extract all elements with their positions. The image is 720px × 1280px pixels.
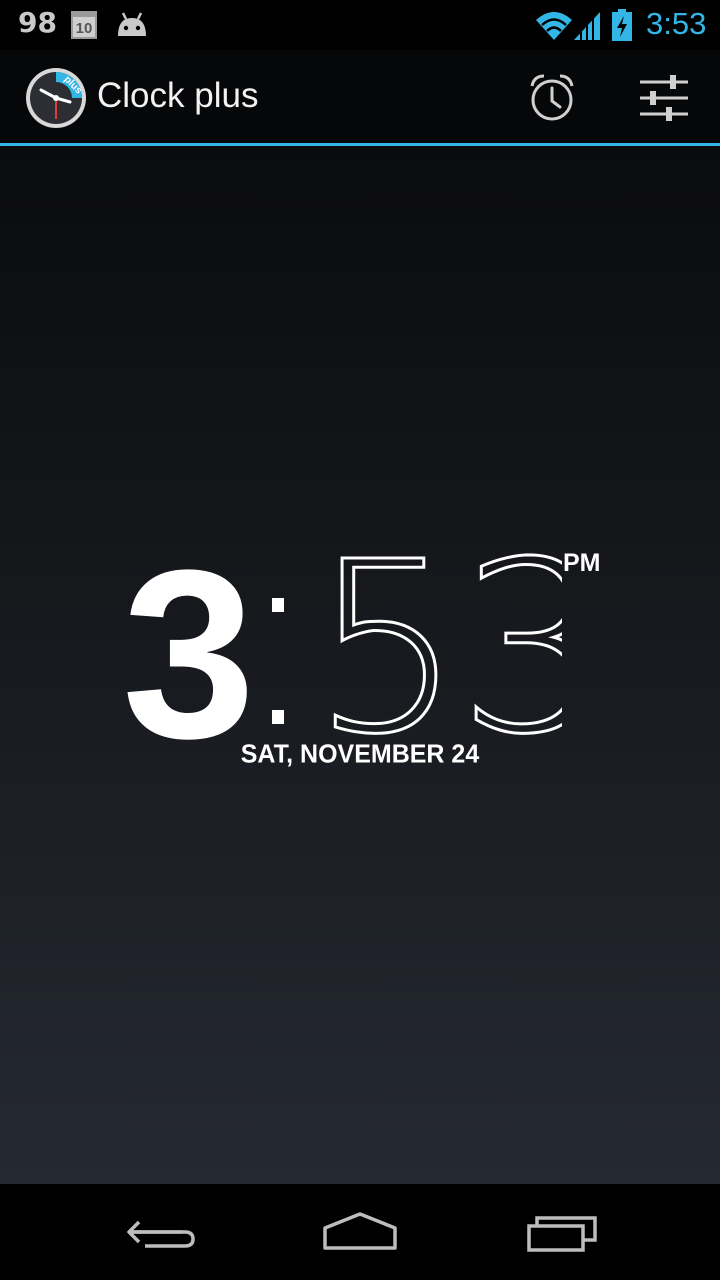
- alarm-clock-icon[interactable]: [520, 66, 584, 130]
- colon-top-dot: [272, 598, 284, 612]
- home-icon[interactable]: [305, 1202, 415, 1262]
- back-icon[interactable]: [105, 1202, 215, 1262]
- clock-plus-app-icon[interactable]: plus: [25, 67, 87, 129]
- action-bar: plus Clock plus: [0, 50, 720, 143]
- app-title: Clock plus: [97, 76, 259, 115]
- clock-minutes: 53: [312, 532, 562, 772]
- wifi-icon: [536, 12, 572, 40]
- clock-minutes-text: 53: [312, 532, 562, 772]
- navigation-bar: [0, 1184, 720, 1280]
- clock-screen[interactable]: 3 53 PM SAT, NOVEMBER 24: [0, 146, 720, 1184]
- screen: 98 10 3:53 plus Clock plus 3 53 PM SAT, …: [0, 0, 720, 1280]
- battery-charging-icon: [612, 9, 632, 41]
- android-icon: [118, 12, 146, 36]
- clock-date: SAT, NOVEMBER 24: [240, 739, 480, 769]
- signal-icon: [574, 12, 600, 40]
- status-time: 3:53: [646, 6, 707, 41]
- calendar-icon: 10: [71, 11, 97, 39]
- status-bar: 98 10 3:53: [0, 0, 720, 50]
- colon-bottom-dot: [272, 710, 284, 724]
- clock-ampm: PM: [563, 549, 601, 577]
- settings-sliders-icon[interactable]: [632, 66, 696, 130]
- digital-clock: 3 53 PM SAT, NOVEMBER 24: [0, 146, 720, 1184]
- notification-count: 98: [18, 6, 57, 39]
- recent-apps-icon[interactable]: [505, 1202, 615, 1262]
- clock-minutes-value: 53: [312, 532, 562, 772]
- calendar-day: 10: [76, 20, 93, 37]
- clock-hour: 3: [122, 520, 256, 788]
